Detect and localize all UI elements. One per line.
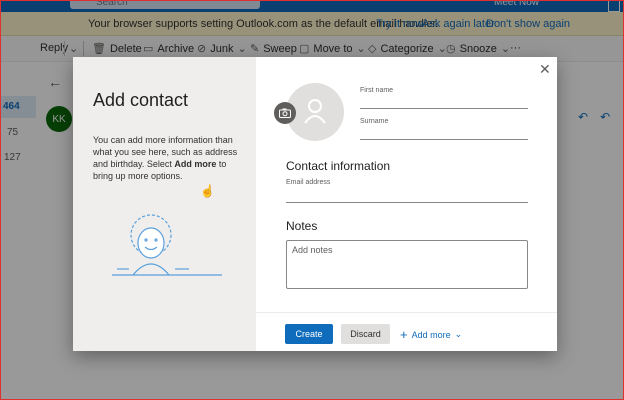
notes-box <box>286 240 528 289</box>
email-field[interactable]: Email address <box>286 179 528 203</box>
contact-information-heading: Contact information <box>286 159 391 173</box>
person-icon <box>304 99 326 124</box>
dialog-title: Add contact <box>93 90 189 110</box>
add-contact-dialog: Add contact You can add more information… <box>73 57 557 351</box>
create-button[interactable]: Create <box>285 324 333 344</box>
surname-field[interactable]: Surname <box>360 118 528 140</box>
camera-icon <box>279 108 291 118</box>
dialog-description: You can add more information than what y… <box>93 134 243 182</box>
notes-heading: Notes <box>286 219 318 233</box>
close-icon[interactable]: ✕ <box>539 61 551 78</box>
person-illustration-icon <box>112 214 222 276</box>
chevron-down-icon: ⌄ <box>454 329 463 339</box>
notes-input[interactable] <box>287 241 527 288</box>
footer-divider <box>256 312 557 313</box>
email-label: Email address <box>286 179 331 186</box>
surname-label: Surname <box>360 118 389 125</box>
plus-icon: + <box>400 327 408 342</box>
first-name-field[interactable]: First name <box>360 87 528 109</box>
add-more-button[interactable]: + Add more ⌄ <box>400 327 462 342</box>
description-add-more: Add more <box>174 159 217 169</box>
add-more-label: Add more <box>411 329 451 340</box>
camera-button[interactable] <box>274 102 296 124</box>
hand-cursor-icon: ☝ <box>200 184 215 198</box>
discard-button[interactable]: Discard <box>341 324 390 344</box>
dialog-info-panel: Add contact You can add more information… <box>73 57 256 351</box>
first-name-label: First name <box>360 87 394 94</box>
